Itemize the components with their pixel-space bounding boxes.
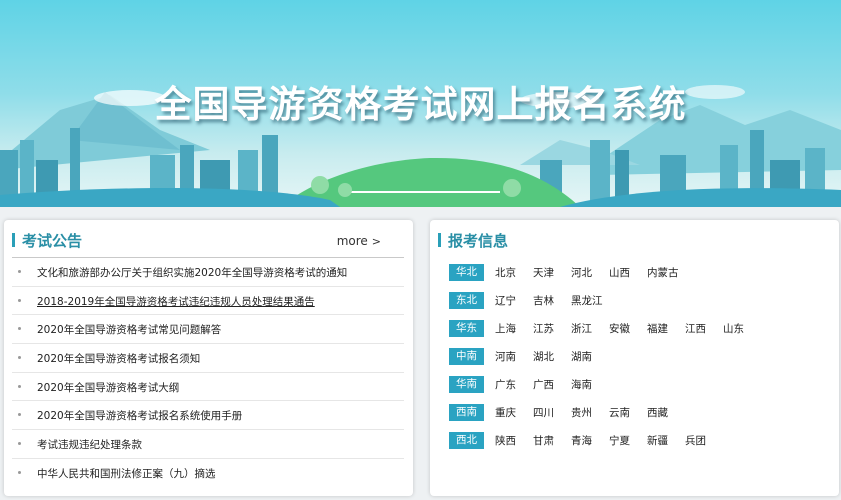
region-row-xinan: 西南 重庆 四川 贵州 云南 西藏 — [449, 402, 829, 430]
header-banner: 全国导游资格考试网上报名系统 — [0, 0, 841, 207]
province-link[interactable]: 宁夏 — [609, 433, 630, 448]
province-link[interactable]: 湖南 — [571, 349, 592, 364]
notice-title: 2020年全国导游资格考试大纲 — [37, 381, 180, 394]
province-link[interactable]: 四川 — [533, 405, 554, 420]
bullet-icon — [18, 298, 21, 302]
province-link[interactable]: 兵团 — [685, 433, 706, 448]
notice-title: 2020年全国导游资格考试报名系统使用手册 — [37, 410, 243, 423]
more-label: more — [336, 234, 368, 248]
province-link[interactable]: 江苏 — [533, 321, 554, 336]
heading-accent-bar — [438, 233, 441, 247]
province-link[interactable]: 北京 — [495, 265, 516, 280]
province-link[interactable]: 辽宁 — [495, 293, 516, 308]
province-link[interactable]: 福建 — [647, 321, 668, 336]
more-link[interactable]: more > — [337, 234, 381, 248]
region-row-zhongnan: 中南 河南 湖北 湖南 — [449, 346, 829, 374]
province-link[interactable]: 甘肃 — [533, 433, 554, 448]
notice-list: 文化和旅游部办公厅关于组织实施2020年全国导游资格考试的通知 2018-201… — [12, 257, 404, 488]
region-row-huabei: 华北 北京 天津 河北 山西 内蒙古 — [449, 262, 829, 290]
notice-item[interactable]: 中华人民共和国刑法修正案（九）摘选 — [12, 459, 404, 488]
region-tag[interactable]: 中南 — [449, 348, 484, 365]
notice-item[interactable]: 2018-2019年全国导游资格考试违纪违规人员处理结果通告 — [12, 287, 404, 316]
registration-title: 报考信息 — [448, 232, 509, 250]
bullet-icon — [18, 442, 21, 446]
region-tag[interactable]: 华北 — [449, 264, 484, 281]
bullet-icon — [18, 270, 21, 273]
bullet-icon — [18, 413, 21, 417]
registration-panel: 报考信息 华北 北京 天津 河北 山西 内蒙古 东北 辽宁 吉林 黑龙江 华东 … — [430, 220, 839, 496]
notice-item[interactable]: 考试违规违纪处理条款 — [12, 430, 404, 459]
region-row-xibei: 西北 陕西 甘肃 青海 宁夏 新疆 兵团 — [449, 430, 829, 458]
notice-item[interactable]: 2020年全国导游资格考试报名须知 — [12, 344, 404, 373]
notice-title: 文化和旅游部办公厅关于组织实施2020年全国导游资格考试的通知 — [37, 267, 348, 279]
notice-title: 2020年全国导游资格考试报名须知 — [37, 353, 201, 366]
region-list: 华北 北京 天津 河北 山西 内蒙古 东北 辽宁 吉林 黑龙江 华东 上海 江苏… — [449, 262, 829, 458]
province-link[interactable]: 河北 — [571, 265, 592, 280]
province-link[interactable]: 江西 — [685, 321, 706, 336]
bullet-icon — [18, 327, 21, 331]
region-row-huanan: 华南 广东 广西 海南 — [449, 374, 829, 402]
province-link[interactable]: 贵州 — [571, 405, 592, 420]
province-link[interactable]: 黑龙江 — [571, 293, 603, 308]
province-link[interactable]: 河南 — [495, 349, 516, 364]
notice-item[interactable]: 2020年全国导游资格考试大纲 — [12, 373, 404, 402]
notices-panel: 考试公告 more > 文化和旅游部办公厅关于组织实施2020年全国导游资格考试的… — [4, 220, 413, 496]
province-link[interactable]: 陕西 — [495, 433, 516, 448]
bullet-icon — [18, 470, 21, 474]
province-link[interactable]: 吉林 — [533, 293, 554, 308]
notice-item[interactable]: 文化和旅游部办公厅关于组织实施2020年全国导游资格考试的通知 — [12, 258, 404, 287]
province-link[interactable]: 青海 — [571, 433, 592, 448]
notice-title: 中华人民共和国刑法修正案（九）摘选 — [37, 467, 216, 480]
province-link[interactable]: 上海 — [495, 321, 516, 336]
notice-item[interactable]: 2020年全国导游资格考试报名系统使用手册 — [12, 401, 404, 431]
province-link[interactable]: 山西 — [609, 265, 630, 280]
notices-header: 考试公告 more > — [4, 220, 413, 258]
heading-accent-bar — [12, 233, 15, 247]
registration-header: 报考信息 — [430, 220, 839, 258]
notice-title: 考试违规违纪处理条款 — [37, 439, 142, 452]
region-tag[interactable]: 东北 — [449, 292, 484, 309]
province-link[interactable]: 广东 — [495, 377, 516, 392]
notice-item[interactable]: 2020年全国导游资格考试常见问题解答 — [12, 315, 404, 345]
province-link[interactable]: 山东 — [723, 321, 744, 336]
region-tag[interactable]: 西北 — [449, 432, 484, 449]
region-row-huadong: 华东 上海 江苏 浙江 安徽 福建 江西 山东 — [449, 318, 829, 346]
province-link[interactable]: 云南 — [609, 405, 630, 420]
region-tag[interactable]: 西南 — [449, 404, 484, 421]
bullet-icon — [18, 384, 21, 388]
province-link[interactable]: 重庆 — [495, 405, 516, 420]
region-tag[interactable]: 华南 — [449, 376, 484, 393]
region-row-dongbei: 东北 辽宁 吉林 黑龙江 — [449, 290, 829, 318]
notice-title: 2018-2019年全国导游资格考试违纪违规人员处理结果通告 — [37, 295, 315, 308]
province-link[interactable]: 内蒙古 — [647, 265, 679, 280]
province-link[interactable]: 天津 — [533, 265, 554, 280]
province-link[interactable]: 浙江 — [571, 321, 592, 336]
chevron-right-icon: > — [371, 235, 381, 248]
bullet-icon — [18, 356, 21, 360]
notices-title: 考试公告 — [22, 232, 83, 250]
province-link[interactable]: 新疆 — [647, 433, 668, 448]
region-tag[interactable]: 华东 — [449, 320, 484, 337]
province-link[interactable]: 西藏 — [647, 405, 668, 420]
province-link[interactable]: 湖北 — [533, 349, 554, 364]
province-link[interactable]: 广西 — [533, 377, 554, 392]
province-link[interactable]: 安徽 — [609, 321, 630, 336]
notice-title: 2020年全国导游资格考试常见问题解答 — [37, 324, 222, 337]
province-link[interactable]: 海南 — [571, 377, 592, 392]
site-title: 全国导游资格考试网上报名系统 — [154, 83, 687, 126]
